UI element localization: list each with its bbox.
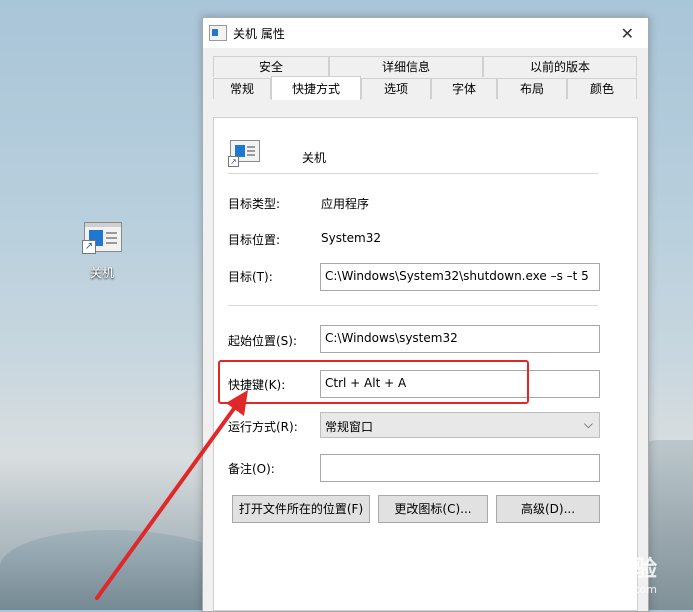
dialog-titlebar[interactable]: 关机 属性 ✕ (203, 18, 648, 48)
open-file-location-button[interactable]: 打开文件所在的位置(F) (232, 495, 370, 523)
tab-row-bottom: 常规 快捷方式 选项 字体 布局 颜色 (213, 76, 637, 100)
watermark-brand: Baidu 经验 (534, 557, 657, 582)
target-type-label: 目标类型: (228, 197, 281, 211)
target-location-value: System32 (321, 231, 382, 245)
target-field[interactable]: C:\Windows\System32\shutdown.exe –s –t 5 (320, 263, 600, 291)
tab-previous-versions[interactable]: 以前的版本 (483, 56, 637, 77)
annotation-highlight-box (218, 360, 529, 404)
desktop-icon-label: 关机 (89, 266, 114, 280)
change-icon-button[interactable]: 更改图标(C)... (378, 495, 488, 523)
close-icon[interactable]: ✕ (621, 24, 634, 43)
target-location-label: 目标位置: (228, 233, 281, 247)
divider (228, 305, 598, 306)
tab-layout[interactable]: 布局 (497, 78, 567, 99)
run-select[interactable]: 常规窗口 ⌵ (320, 412, 600, 438)
shortcut-arrow-icon: ↗ (82, 240, 96, 254)
run-select-value: 常规窗口 (325, 420, 374, 434)
start-in-label: 起始位置(S): (228, 334, 298, 348)
watermark-url: jingyan.baidu.com (555, 583, 657, 596)
divider (228, 173, 598, 174)
comment-field[interactable] (320, 454, 600, 482)
tab-general[interactable]: 常规 (213, 78, 271, 99)
tab-security[interactable]: 安全 (213, 56, 329, 77)
tab-row-top: 安全 详细信息 以前的版本 (213, 56, 637, 78)
target-label: 目标(T): (228, 270, 273, 284)
baidu-watermark: Baidu 经验 jingyan.baidu.com (535, 551, 657, 596)
advanced-button[interactable]: 高级(D)... (496, 495, 600, 523)
shortcut-name: 关机 (302, 151, 327, 165)
tab-shortcut[interactable]: 快捷方式 (271, 76, 361, 100)
tab-options[interactable]: 选项 (361, 78, 431, 99)
desktop-shortcut-icon[interactable]: ↗ 关机 (72, 220, 132, 281)
chevron-down-icon: ⌵ (583, 417, 593, 431)
start-in-field[interactable]: C:\Windows\system32 (320, 325, 600, 353)
run-label: 运行方式(R): (228, 420, 298, 434)
dialog-title: 关机 属性 (233, 26, 285, 41)
comment-label: 备注(O): (228, 462, 275, 476)
properties-dialog: 关机 属性 ✕ 安全 详细信息 以前的版本 常规 快捷方式 选项 字体 布局 颜… (202, 17, 649, 612)
window-icon (209, 25, 227, 41)
tab-font[interactable]: 字体 (431, 78, 497, 99)
shutdown-shortcut-icon: ↗ (82, 220, 122, 254)
shortcut-large-icon: ↗ (228, 140, 260, 167)
tab-details[interactable]: 详细信息 (329, 56, 483, 77)
target-type-value: 应用程序 (321, 197, 370, 211)
tab-colors[interactable]: 颜色 (567, 78, 637, 99)
